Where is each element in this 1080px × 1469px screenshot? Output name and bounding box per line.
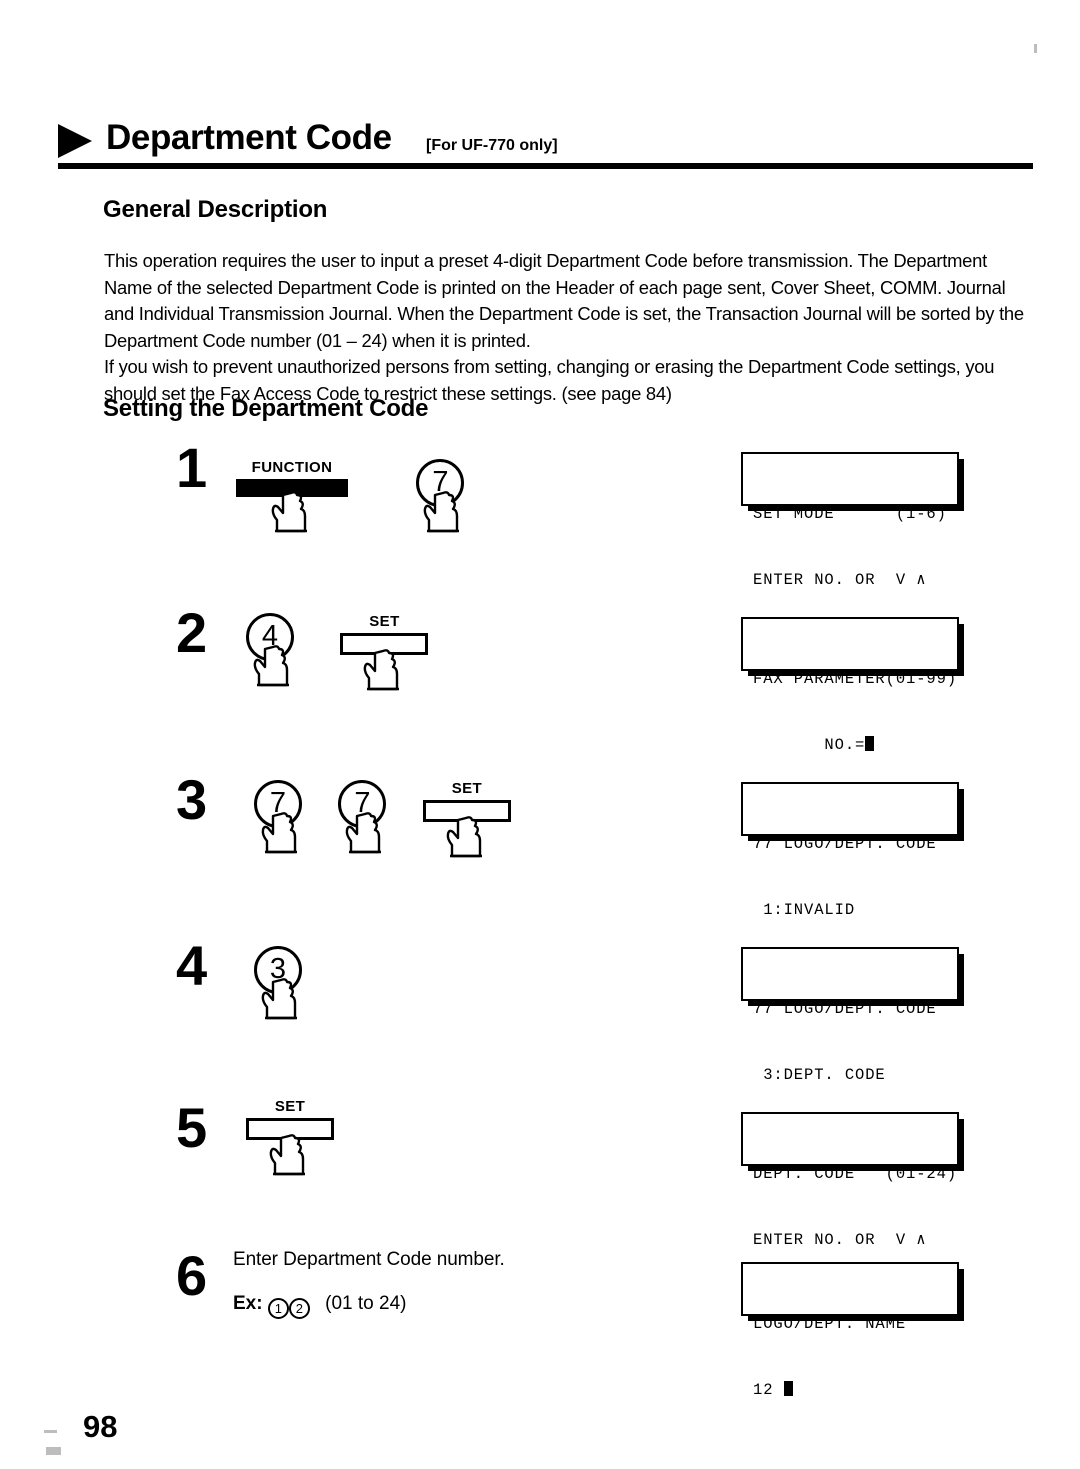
step-1-keys: FUNCTION 7: [236, 459, 470, 533]
lcd-cursor: [865, 736, 875, 751]
setting-department-code-heading: Setting the Department Code: [103, 395, 429, 422]
step-6-example: Ex: 12 (01 to 24): [233, 1293, 406, 1319]
function-key[interactable]: FUNCTION: [236, 459, 348, 533]
pressing-hand-icon: [364, 649, 400, 691]
pressing-hand-icon: [271, 491, 307, 533]
set-key[interactable]: SET: [422, 780, 511, 858]
set-key-label: SET: [369, 613, 400, 630]
lcd-line-1: LOGO/DEPT. NAME: [753, 1315, 907, 1333]
numeric-key-7-first[interactable]: 7: [254, 780, 308, 854]
general-description-heading: General Description: [103, 196, 328, 223]
step-5-keys: SET: [246, 1098, 334, 1176]
pressing-hand-icon: [261, 978, 297, 1020]
scan-artifact: [1034, 44, 1037, 53]
step-2-keys: 4 SET: [246, 613, 429, 691]
lcd-line-1: 77 LOGO/DEPT. CODE: [753, 835, 937, 853]
set-key[interactable]: SET: [246, 1098, 334, 1176]
example-prefix: Ex:: [233, 1293, 263, 1314]
lcd-line-2: ENTER NO. OR V ∧: [753, 1231, 927, 1249]
body-paragraph-1: This operation requires the user to inpu…: [104, 250, 1024, 351]
numeric-key-3[interactable]: 3: [254, 946, 308, 1020]
numeric-key-7[interactable]: 7: [416, 459, 470, 533]
set-key[interactable]: SET: [340, 613, 429, 691]
step-number: 1: [176, 436, 208, 499]
step-number: 4: [176, 934, 208, 997]
lcd-line-1: SET MODE (1-6): [753, 505, 947, 523]
page-number: 98: [83, 1409, 118, 1444]
lcd-display-step-1: SET MODE (1-6) ENTER NO. OR V ∧: [741, 452, 959, 589]
pressing-hand-icon: [346, 812, 382, 854]
lcd-line-1: 77 LOGO/DEPT. CODE: [753, 1000, 937, 1018]
step-4-keys: 3: [254, 946, 308, 1020]
pressing-hand-icon: [261, 812, 297, 854]
lcd-line-2: 1:INVALID: [753, 901, 856, 919]
step-number: 3: [176, 768, 208, 831]
lcd-display-step-4: 77 LOGO/DEPT. CODE 3:DEPT. CODE: [741, 947, 959, 1084]
lcd-line-2: ENTER NO. OR V ∧: [753, 571, 927, 589]
scan-artifact: [46, 1447, 61, 1455]
pressing-hand-icon: [424, 491, 460, 533]
page-title: Department Code: [106, 118, 392, 157]
scan-artifact: [44, 1430, 57, 1433]
general-description-body: This operation requires the user to inpu…: [104, 248, 1024, 407]
step-number: 6: [176, 1244, 208, 1307]
lcd-display-step-6: LOGO/DEPT. NAME 12: [741, 1262, 959, 1399]
lcd-line-2-text: NO.=: [753, 736, 866, 754]
set-key-label: SET: [274, 1098, 306, 1115]
step-number: 5: [176, 1096, 208, 1159]
page-header: Department Code [For UF-770 only]: [58, 118, 1033, 178]
step-6-instruction: Enter Department Code number.: [233, 1249, 505, 1270]
pressing-hand-icon: [253, 645, 289, 687]
pressing-hand-icon: [269, 1134, 305, 1176]
example-range: (01 to 24): [325, 1293, 407, 1314]
header-divider: [58, 163, 1033, 169]
numeric-key-4[interactable]: 4: [246, 613, 300, 687]
pressing-hand-icon: [446, 816, 482, 858]
step-3-keys: 7 7 SET: [254, 780, 511, 858]
lcd-display-step-3: 77 LOGO/DEPT. CODE 1:INVALID: [741, 782, 959, 919]
triangle-right-icon: [58, 124, 92, 158]
lcd-display-step-5: DEPT. CODE (01-24) ENTER NO. OR V ∧: [741, 1112, 959, 1249]
lcd-line-2: 3:DEPT. CODE: [753, 1066, 886, 1084]
lcd-cursor: [783, 1381, 793, 1396]
lcd-line-2: NO.=: [753, 734, 957, 756]
lcd-line-1: DEPT. CODE (01-24): [753, 1165, 958, 1183]
example-key-1: 1: [267, 1298, 289, 1319]
step-number: 2: [176, 601, 208, 664]
function-key-label: FUNCTION: [251, 459, 333, 476]
lcd-line-2-text: 12: [753, 1381, 784, 1399]
lcd-line-2: 12: [753, 1379, 957, 1401]
example-key-2: 2: [288, 1298, 310, 1319]
set-key-label: SET: [451, 780, 483, 797]
numeric-key-7-second[interactable]: 7: [338, 780, 392, 854]
page-title-qualifier: [For UF-770 only]: [426, 137, 558, 154]
lcd-line-1: FAX PARAMETER(01-99): [753, 670, 958, 688]
lcd-display-step-2: FAX PARAMETER(01-99) NO.=: [741, 617, 959, 754]
